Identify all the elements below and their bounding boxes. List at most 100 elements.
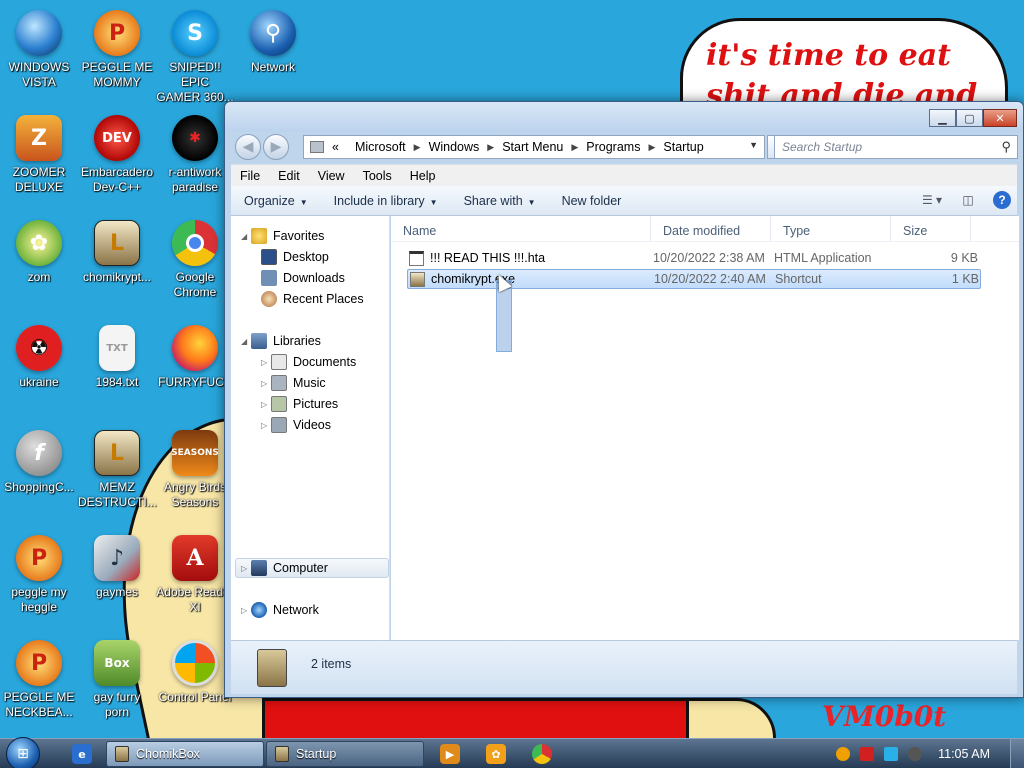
desktop-icon-zom[interactable]: ✿ zom <box>0 220 78 285</box>
forward-button[interactable]: ▶ <box>263 134 289 160</box>
desktop-icon-windows-vista[interactable]: WINDOWS VISTA <box>0 10 78 90</box>
desktop-icon-furryfuck[interactable]: FURRYFUCK <box>156 325 234 390</box>
expand-arrow-icon[interactable]: ▷ <box>261 421 271 430</box>
include-in-library-button[interactable]: Include in library ▼ <box>321 194 451 208</box>
antiwork-icon: ✱ <box>172 115 218 161</box>
minimize-button[interactable]: ▁ <box>929 109 956 127</box>
new-folder-button[interactable]: New folder <box>549 194 635 208</box>
expand-arrow-icon[interactable]: ▷ <box>261 358 271 367</box>
nav-pictures[interactable]: ▷ Pictures <box>261 394 338 414</box>
chevron-right-icon[interactable]: ▶ <box>414 142 421 153</box>
nav-libraries[interactable]: ◢ Libraries <box>241 331 321 351</box>
view-controls: ☰ ▾ ◫ ? <box>921 191 1011 209</box>
desktop-icon-1984-txt[interactable]: TXT 1984.txt <box>78 325 156 390</box>
breadcrumb-windows[interactable]: Windows <box>429 140 480 154</box>
breadcrumb-overflow[interactable]: « <box>332 140 339 154</box>
desktop-icon-peggle-my-heggle[interactable]: P peggle my heggle <box>0 535 78 615</box>
menu-edit[interactable]: Edit <box>269 169 309 183</box>
desktop-icon-google-chrome[interactable]: Google Chrome <box>156 220 234 300</box>
menu-help[interactable]: Help <box>401 169 445 183</box>
column-header-size[interactable]: Size <box>891 216 971 241</box>
desktop-icon-gaymes[interactable]: ♪ gaymes <box>78 535 156 600</box>
desktop-icon-memz[interactable]: L MEMZ DESTRUCTI... <box>78 430 157 510</box>
desktop-icon-zoomer-deluxe[interactable]: Z ZOOMER DELUXE <box>0 115 78 195</box>
chrome-icon[interactable] <box>532 744 552 764</box>
taskbar-button-startup[interactable]: Startup <box>266 741 424 767</box>
address-bar[interactable]: « Microsoft ▶ Windows ▶ Start Menu ▶ Progra… <box>303 135 765 159</box>
desktop-icon-peggle-me-mommy[interactable]: P PEGGLE ME MOMMY <box>78 10 156 90</box>
skype-icon: S <box>172 10 218 56</box>
desktop-icon-ukraine[interactable]: ☢ ukraine <box>0 325 78 390</box>
firefox-icon <box>172 325 218 371</box>
chevron-right-icon[interactable]: ▶ <box>648 142 655 153</box>
nav-computer[interactable]: ▷ Computer <box>241 558 328 578</box>
nav-favorites[interactable]: ◢ Favorites <box>241 226 324 246</box>
nav-recent-places[interactable]: Recent Places <box>261 289 364 309</box>
nav-videos[interactable]: ▷ Videos <box>261 415 331 435</box>
column-header-name[interactable]: Name <box>391 216 651 241</box>
chevron-down-icon[interactable]: ▼ <box>749 140 758 150</box>
search-icon[interactable]: ⚲ <box>1001 139 1011 155</box>
breadcrumb-startup[interactable]: Startup <box>663 140 703 154</box>
expand-arrow-icon[interactable]: ▷ <box>241 606 251 615</box>
app-icon[interactable]: ✿ <box>486 744 506 764</box>
menu-file[interactable]: File <box>231 169 269 183</box>
expand-arrow-icon[interactable]: ▷ <box>261 400 271 409</box>
radiation-icon: ☢ <box>16 325 62 371</box>
nav-music[interactable]: ▷ Music <box>261 373 326 393</box>
breadcrumb-microsoft[interactable]: Microsoft <box>355 140 406 154</box>
documents-icon <box>271 354 287 370</box>
breadcrumb-start-menu[interactable]: Start Menu <box>502 140 563 154</box>
menu-view[interactable]: View <box>309 169 354 183</box>
desktop-icon-control-panel[interactable]: Control Panel <box>156 640 234 705</box>
share-with-button[interactable]: Share with ▼ <box>451 194 549 208</box>
desktop-icon-chomikrypt[interactable]: L chomikrypt... <box>78 220 156 285</box>
change-view-icon[interactable]: ☰ ▾ <box>921 191 943 209</box>
folder-icon <box>310 141 324 153</box>
desktop-icon-network[interactable]: ⚲ Network <box>234 10 312 75</box>
internet-explorer-icon[interactable]: e <box>72 744 92 764</box>
desktop-icon-dev-cpp[interactable]: DEV Embarcadero Dev-C++ <box>78 115 156 195</box>
desktop-icon-shoppingc[interactable]: f ShoppingC... <box>0 430 78 495</box>
window-title-bar[interactable]: ▁ ▢ ✕ <box>225 102 1023 132</box>
menu-tools[interactable]: Tools <box>354 169 401 183</box>
tray-app-icon[interactable] <box>836 747 851 761</box>
nav-network[interactable]: ▷ Network <box>241 600 319 620</box>
expand-arrow-icon[interactable]: ▷ <box>241 564 251 573</box>
search-input[interactable]: Search Startup ⚲ <box>774 135 1018 159</box>
show-desktop-button[interactable] <box>1010 739 1024 768</box>
column-header-type[interactable]: Type <box>771 216 891 241</box>
nav-desktop[interactable]: Desktop <box>261 247 329 267</box>
breadcrumb-programs[interactable]: Programs <box>586 140 640 154</box>
expand-arrow-icon[interactable]: ◢ <box>241 337 251 346</box>
media-player-icon[interactable]: ▶ <box>440 744 460 764</box>
help-icon[interactable]: ? <box>993 191 1011 209</box>
nav-downloads[interactable]: Downloads <box>261 268 345 288</box>
file-row[interactable]: !!! READ THIS !!!.hta 10/20/2022 2:38 AM… <box>407 248 981 268</box>
organize-button[interactable]: Organize ▼ <box>231 194 321 208</box>
preview-pane-icon[interactable]: ◫ <box>957 191 979 209</box>
taskbar-button-chomikbox[interactable]: ChomikBox <box>106 741 264 767</box>
maximize-button[interactable]: ▢ <box>956 109 983 127</box>
taskbar: ⊞ e ChomikBox Startup ▶ ✿ 11:05 AM <box>0 737 1024 768</box>
desktop-icon-r-antiwork[interactable]: ✱ r-antiwork paradise <box>156 115 234 195</box>
back-button[interactable]: ◀ <box>235 134 261 160</box>
desktop-icon-gay-furry-porn[interactable]: Box gay furry porn <box>78 640 156 720</box>
chevron-right-icon[interactable]: ▶ <box>571 142 578 153</box>
desktop-icon-angry-birds[interactable]: SEASONS Angry Birds Seasons <box>156 430 234 510</box>
desktop-icon-sniped[interactable]: S SNIPED!! EPIC GAMER 360... <box>156 10 234 105</box>
desktop-icon-adobe-reader[interactable]: A Adobe Reader XI <box>156 535 234 615</box>
expand-arrow-icon[interactable]: ▷ <box>261 379 271 388</box>
flag-icon[interactable] <box>860 747 875 761</box>
close-button[interactable]: ✕ <box>983 109 1017 127</box>
chevron-right-icon[interactable]: ▶ <box>487 142 494 153</box>
start-button[interactable]: ⊞ <box>6 737 40 768</box>
monitor-icon[interactable] <box>884 747 899 761</box>
search-placeholder: Search Startup <box>782 140 863 154</box>
desktop-icon-peggle-me-neckbeard[interactable]: P PEGGLE ME NECKBEA... <box>0 640 78 720</box>
speaker-icon[interactable] <box>908 747 923 761</box>
nav-documents[interactable]: ▷ Documents <box>261 352 356 372</box>
column-header-date[interactable]: Date modified <box>651 216 771 241</box>
expand-arrow-icon[interactable]: ◢ <box>241 232 251 241</box>
clock[interactable]: 11:05 AM <box>938 747 990 761</box>
